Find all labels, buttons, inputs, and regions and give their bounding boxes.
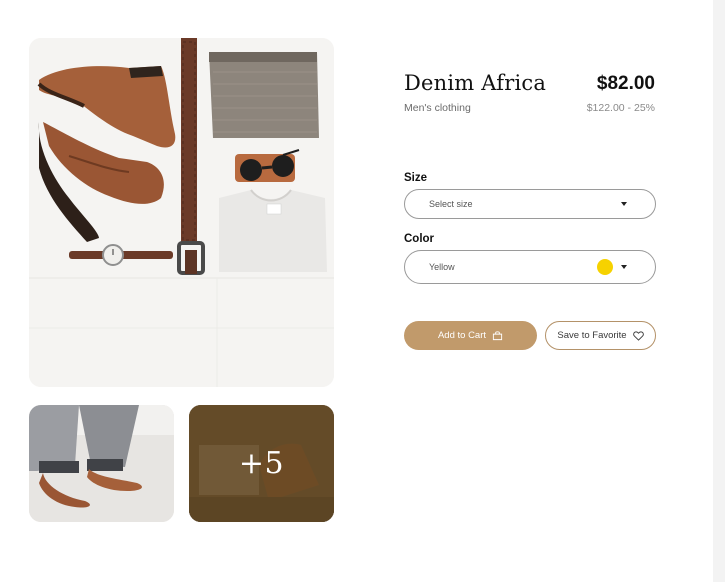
more-images-overlay[interactable]: +5 (189, 405, 334, 522)
color-swatch (597, 259, 613, 275)
size-select-placeholder: Select size (429, 199, 473, 209)
shopping-bag-icon (492, 331, 503, 341)
flatlay-illustration (29, 38, 334, 387)
size-label: Size (404, 172, 428, 184)
thumbnail-image-more[interactable]: +5 (189, 405, 334, 522)
scroll-strip (713, 0, 725, 582)
caret-down-icon (621, 202, 627, 206)
more-images-count: +5 (238, 446, 285, 481)
save-to-favorite-label: Save to Favorite (557, 330, 627, 341)
heart-icon (632, 330, 644, 341)
size-select[interactable]: Select size (404, 189, 656, 219)
product-title: Denim Africa (404, 71, 547, 95)
caret-down-icon (621, 265, 627, 269)
color-select-value: Yellow (429, 262, 455, 272)
add-to-cart-button[interactable]: Add to Cart (404, 321, 537, 350)
save-to-favorite-button[interactable]: Save to Favorite (545, 321, 656, 350)
original-price-discount: $122.00 - 25% (586, 102, 655, 114)
color-label: Color (404, 233, 435, 245)
main-product-image[interactable] (29, 38, 334, 387)
add-to-cart-label: Add to Cart (437, 330, 487, 341)
product-category: Men's clothing (404, 102, 471, 114)
product-price: $82.00 (596, 73, 655, 94)
color-select[interactable]: Yellow (404, 250, 656, 284)
thumbnail-image-1[interactable] (29, 405, 174, 522)
shoes-worn-illustration (29, 405, 174, 522)
